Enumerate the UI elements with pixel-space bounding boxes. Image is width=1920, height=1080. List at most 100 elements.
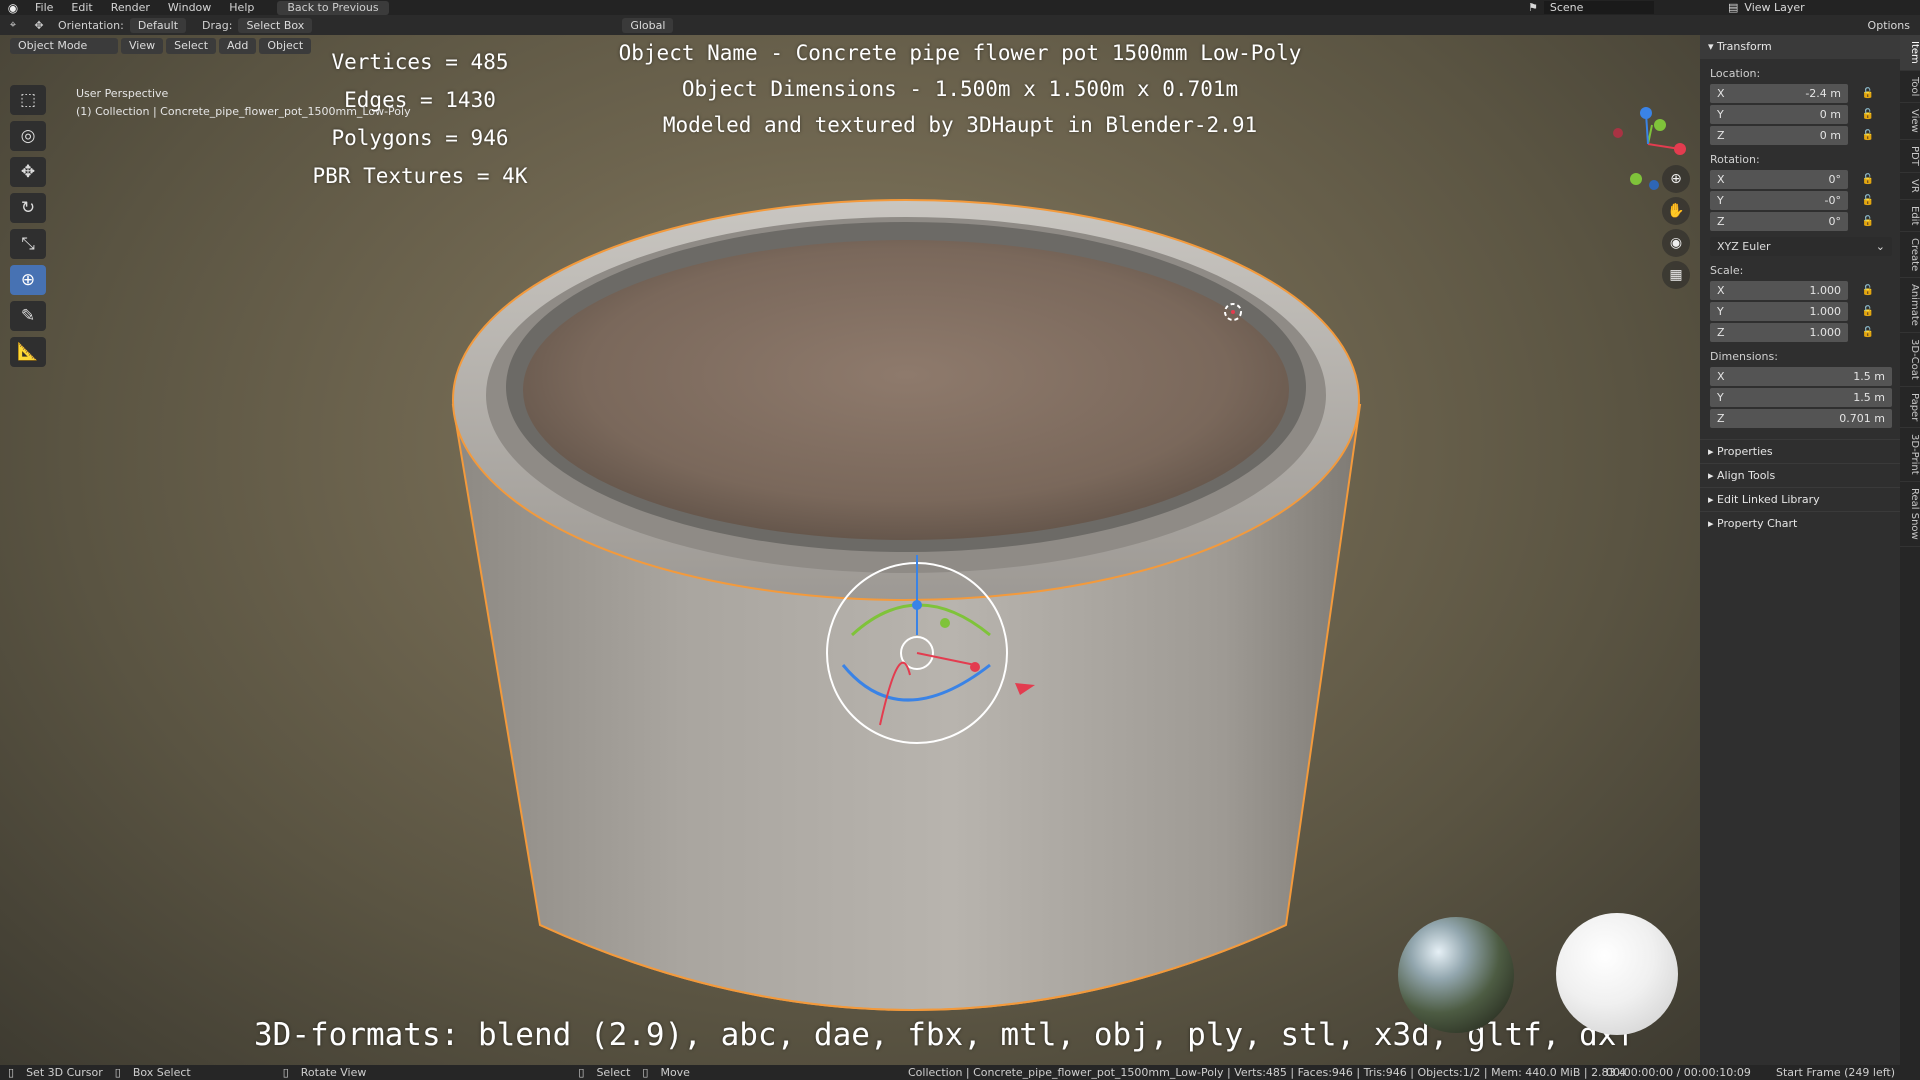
tab-animate[interactable]: Animate — [1900, 278, 1920, 334]
mouse-left-icon: ▯ — [578, 1066, 585, 1079]
rotation-label: Rotation: — [1710, 153, 1760, 166]
tab-vr[interactable]: VR — [1900, 173, 1920, 200]
status-bar: ▯ Set 3D Cursor ▯ Box Select ▯ Rotate Vi… — [0, 1065, 1920, 1080]
dimensions-z-row: Z 0.701 m — [1710, 408, 1900, 428]
select-menu[interactable]: Select — [166, 38, 217, 54]
lock-icon[interactable]: 🔓 — [1858, 174, 1878, 185]
menu-file[interactable]: File — [26, 1, 62, 14]
vertices-count: Vertices = 485 — [331, 50, 509, 74]
blender-logo-icon[interactable]: ◉ — [0, 1, 26, 15]
rotate-tool-icon[interactable]: ↻ — [10, 193, 46, 223]
dimensions-y-field[interactable]: Y 1.5 m — [1710, 387, 1892, 407]
scale-y-field[interactable]: Y 1.000 — [1710, 301, 1848, 321]
status-rotate-view: Rotate View — [300, 1066, 367, 1079]
tool-header: ⌖ ✥ Orientation: Default Drag: Select Bo… — [0, 15, 1920, 35]
transform-section-header[interactable]: ▾ Transform — [1700, 35, 1900, 59]
view-menu[interactable]: View — [121, 38, 164, 54]
annotate-tool-icon[interactable]: ✎ — [10, 301, 46, 331]
status-scene-info: Collection | Concrete_pipe_flower_pot_15… — [908, 1066, 1627, 1079]
edit-linked-library-section[interactable]: ▸ Edit Linked Library — [1700, 487, 1900, 511]
measure-tool-icon[interactable]: 📐 — [10, 337, 46, 367]
menu-window[interactable]: Window — [159, 1, 220, 14]
scale-x-row: X 1.000 🔓 — [1710, 280, 1900, 300]
dimensions-z-field[interactable]: Z 0.701 m — [1710, 408, 1892, 428]
align-tools-section[interactable]: ▸ Align Tools — [1700, 463, 1900, 487]
menu-edit[interactable]: Edit — [62, 1, 101, 14]
scale-tool-icon[interactable]: ⤡ — [10, 229, 46, 259]
tab-paper[interactable]: Paper — [1900, 387, 1920, 429]
zoom-icon[interactable]: ⊕ — [1662, 165, 1690, 193]
scale-z-field[interactable]: Z 1.000 — [1710, 322, 1848, 342]
back-to-previous-button[interactable]: Back to Previous — [277, 0, 389, 15]
grid-view-icon[interactable]: ▦ — [1662, 261, 1690, 289]
diffuse-lighting-sphere — [1556, 913, 1678, 1035]
lock-icon[interactable]: 🔓 — [1858, 195, 1878, 206]
options-dropdown[interactable]: Options — [1868, 19, 1910, 32]
tab-item[interactable]: Item — [1900, 35, 1920, 71]
rotation-x-field[interactable]: X 0° — [1710, 169, 1848, 189]
lock-icon[interactable]: 🔓 — [1858, 285, 1878, 296]
3d-viewport[interactable]: Object Mode View Select Add Object ⬚ ◎ ✥… — [0, 35, 1700, 1065]
cursor-tool-icon[interactable]: ◎ — [10, 121, 46, 151]
orientation-dropdown[interactable]: Default — [129, 17, 187, 33]
active-tool-icon[interactable]: ✥ — [26, 19, 52, 32]
scene-name-field[interactable]: Scene — [1543, 1, 1654, 14]
location-y-field[interactable]: Y0 m — [1710, 104, 1848, 124]
scale-z-row: Z 1.000 🔓 — [1710, 322, 1900, 342]
sidebar-tabs: Item Tool View PDT VR Edit Create Animat… — [1900, 35, 1920, 1065]
transform-orientation-dropdown[interactable]: Global — [622, 17, 674, 33]
lock-icon[interactable]: 🔓 — [1858, 109, 1878, 120]
pan-hand-icon[interactable]: ✋ — [1662, 197, 1690, 225]
tab-3d-print[interactable]: 3D-Print — [1900, 428, 1920, 482]
menu-render[interactable]: Render — [102, 1, 159, 14]
transform-title: Transform — [1717, 40, 1772, 53]
lock-icon[interactable]: 🔓 — [1858, 88, 1878, 99]
object-mode-dropdown[interactable]: Object Mode — [10, 38, 118, 54]
editor-type-icon[interactable]: ⌖ — [0, 18, 26, 32]
tab-create[interactable]: Create — [1900, 232, 1920, 279]
add-menu[interactable]: Add — [219, 38, 257, 54]
status-set-cursor: Set 3D Cursor — [26, 1066, 103, 1079]
drag-label: Drag: — [202, 18, 233, 32]
move-tool-icon[interactable]: ✥ — [10, 157, 46, 187]
select-box-tool-icon[interactable]: ⬚ — [10, 85, 46, 115]
dimensions-y-row: Y 1.5 m — [1710, 387, 1900, 407]
polygons-count: Polygons = 946 — [331, 126, 509, 150]
lock-icon[interactable]: 🔓 — [1858, 327, 1878, 338]
scale-x-field[interactable]: X 1.000 — [1710, 280, 1848, 300]
menu-help[interactable]: Help — [220, 1, 263, 14]
rotation-x-row: X 0° 🔓 — [1710, 169, 1900, 189]
object-info-overlay: Object Name - Concrete pipe flower pot 1… — [560, 35, 1360, 143]
view-layer-selector[interactable]: ▤ View Layer — [1728, 0, 1805, 15]
status-move: Move — [660, 1066, 690, 1079]
rotation-z-field[interactable]: Z 0° — [1710, 211, 1848, 231]
rotation-mode-dropdown[interactable]: XYZ Euler ⌄ — [1710, 237, 1892, 256]
lock-icon[interactable]: 🔓 — [1858, 306, 1878, 317]
tab-pdt[interactable]: PDT — [1900, 140, 1920, 173]
property-chart-section[interactable]: ▸ Property Chart — [1700, 511, 1900, 535]
rotation-y-row: Y -0° 🔓 — [1710, 190, 1900, 210]
rotation-y-field[interactable]: Y -0° — [1710, 190, 1848, 210]
tab-view[interactable]: View — [1900, 103, 1920, 140]
location-x-field[interactable]: X -2.4 m — [1710, 83, 1848, 103]
scene-selector[interactable]: ⚑ Scene — [1528, 0, 1654, 15]
location-z-row: Z0 m 🔓 — [1710, 125, 1900, 145]
drag-dropdown[interactable]: Select Box — [238, 17, 313, 33]
transform-tool-icon[interactable]: ⊕ — [10, 265, 46, 295]
properties-section[interactable]: ▸ Properties — [1700, 439, 1900, 463]
left-toolbar: ⬚ ◎ ✥ ↻ ⤡ ⊕ ✎ 📐 — [10, 85, 46, 373]
edges-count: Edges = 1430 — [344, 88, 496, 112]
lock-icon[interactable]: 🔓 — [1858, 130, 1878, 141]
tab-edit[interactable]: Edit — [1900, 200, 1920, 232]
location-z-field[interactable]: Z0 m — [1710, 125, 1848, 145]
dimensions-x-field[interactable]: X 1.5 m — [1710, 366, 1892, 386]
view-layer-name[interactable]: View Layer — [1744, 1, 1804, 14]
camera-icon[interactable]: ◉ — [1662, 229, 1690, 257]
scene-icon: ⚑ — [1528, 1, 1538, 14]
view-layer-icon: ▤ — [1728, 1, 1739, 14]
tab-real-snow[interactable]: Real Snow — [1900, 482, 1920, 547]
tab-tool[interactable]: Tool — [1900, 71, 1920, 104]
tab-3d-coat[interactable]: 3D-Coat — [1900, 333, 1920, 387]
dimensions-label: Dimensions: — [1710, 350, 1778, 363]
lock-icon[interactable]: 🔓 — [1858, 216, 1878, 227]
